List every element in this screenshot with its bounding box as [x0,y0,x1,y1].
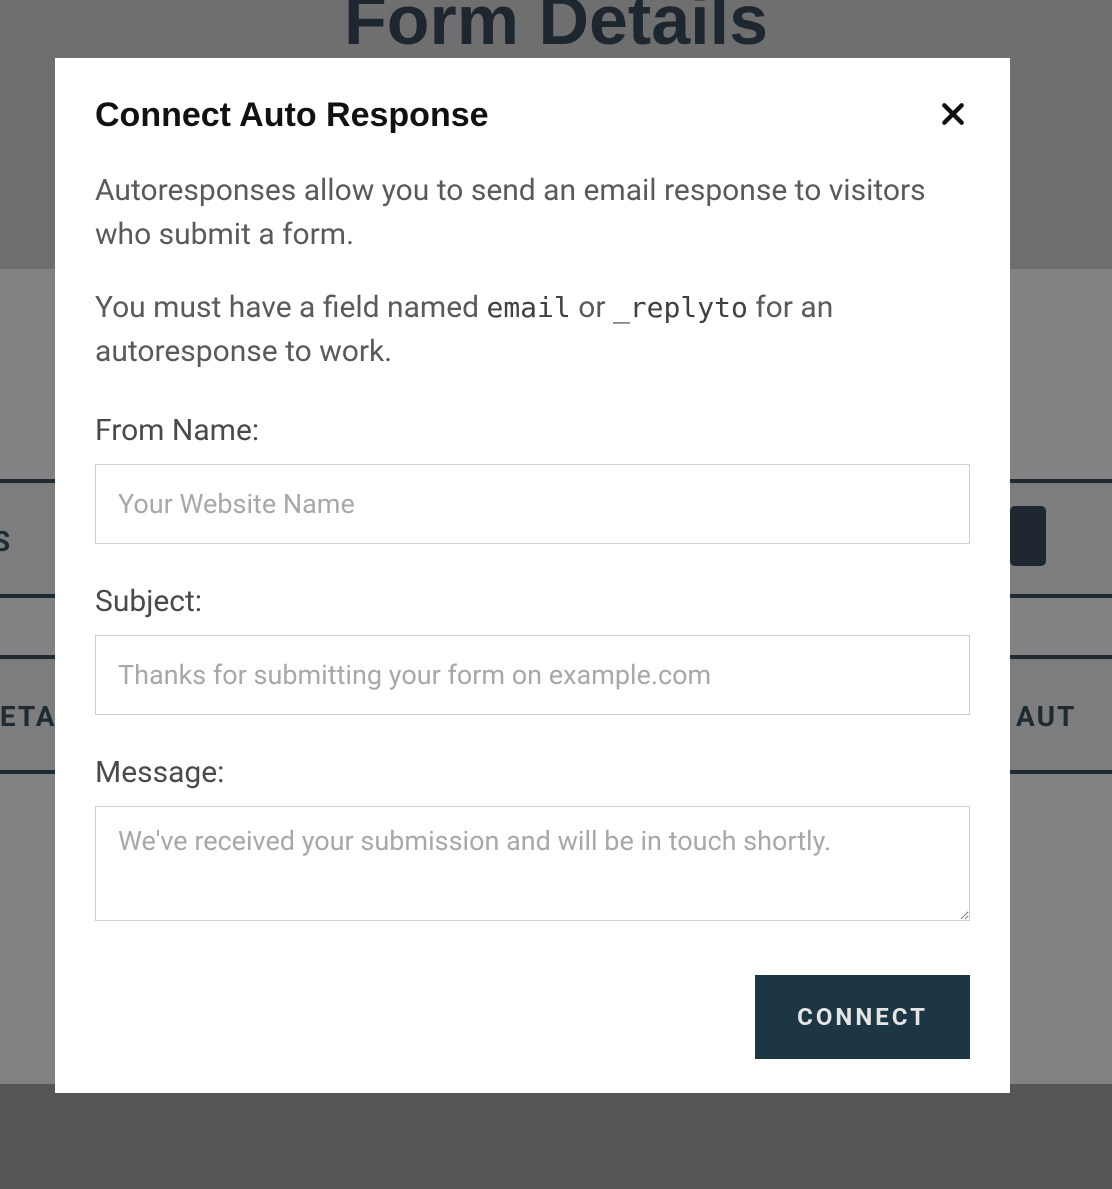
message-label: Message: [95,755,970,790]
bg-icon-block [1010,506,1046,566]
desc-code-replyto: _replyto [613,291,748,324]
message-input[interactable] [95,806,970,921]
bg-label-cut: EETS [0,525,12,558]
modal-header: Connect Auto Response [95,96,970,135]
from-name-field-group: From Name: [95,413,970,544]
modal-title: Connect Auto Response [95,96,489,135]
close-icon [940,101,966,130]
bg-label-cut: ns [0,323,2,356]
desc-code-email: email [486,291,570,324]
connect-button[interactable]: CONNECT [755,975,970,1059]
desc-text: or [571,290,613,325]
subject-input[interactable] [95,635,970,715]
bg-label-cut: BETA [0,700,57,733]
bg-label-cut: AUT [1016,700,1076,733]
desc-text: You must have a field named [95,290,486,325]
subject-field-group: Subject: [95,584,970,715]
connect-auto-response-modal: Connect Auto Response Autoresponses allo… [55,58,1010,1093]
message-field-group: Message: [95,755,970,925]
page-title-bg: Form Details [0,0,1112,60]
modal-footer: CONNECT [95,975,970,1059]
close-button[interactable] [936,97,970,134]
bg-footer [0,1084,1112,1189]
from-name-label: From Name: [95,413,970,448]
modal-description-2: You must have a field named email or _re… [95,286,970,373]
modal-description-1: Autoresponses allow you to send an email… [95,169,970,256]
from-name-input[interactable] [95,464,970,544]
subject-label: Subject: [95,584,970,619]
